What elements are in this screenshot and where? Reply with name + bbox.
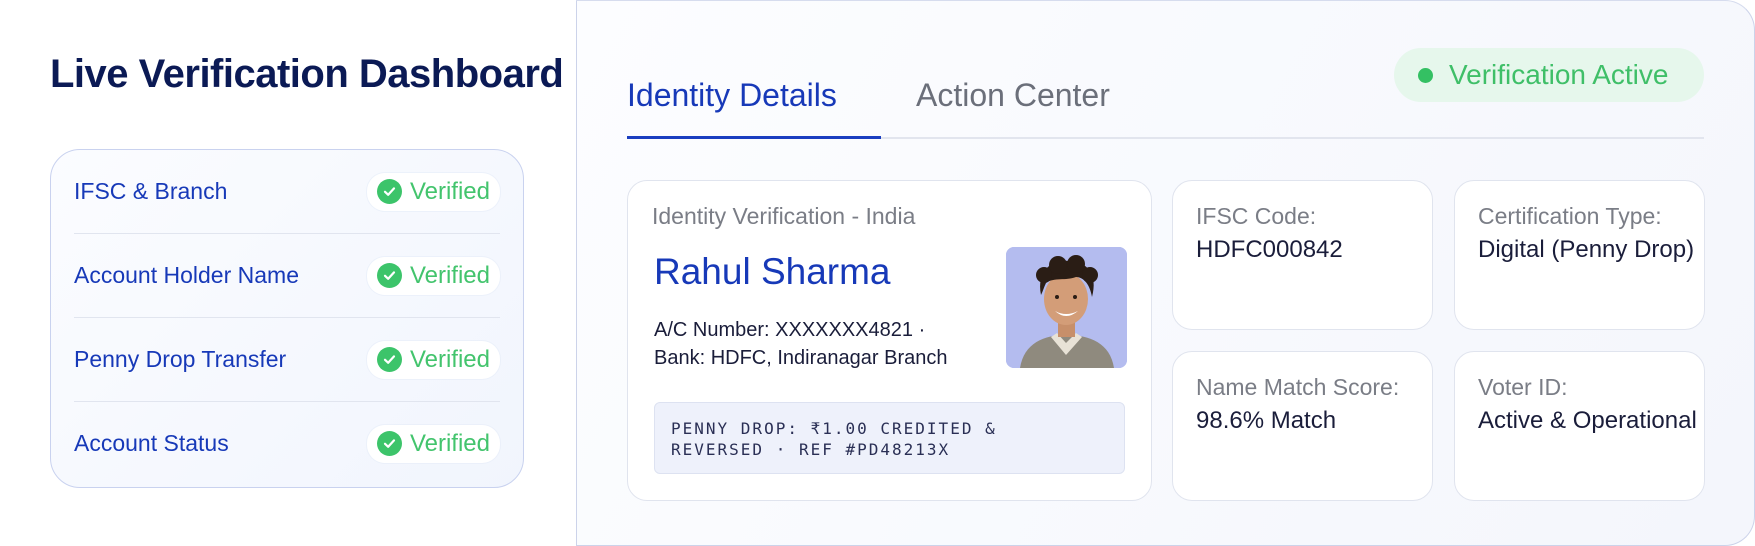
identity-card: Identity Verification - India Rahul Shar… [627, 180, 1152, 501]
tab-identity-details[interactable]: Identity Details [627, 77, 837, 114]
verified-text: Verified [409, 429, 490, 457]
status-badge-text: Verification Active [1449, 59, 1669, 90]
info-value: Active & Operational [1478, 407, 1697, 434]
info-value: Digital (Penny Drop) [1478, 236, 1695, 263]
checklist-label: Account Holder Name [74, 262, 299, 288]
checklist-row-account-status: Account Status Verified [74, 402, 500, 485]
verified-badge: Verified [366, 340, 500, 379]
account-holder-name: Rahul Sharma [654, 251, 891, 292]
identity-card-caption: Identity Verification - India [652, 203, 916, 229]
info-label: IFSC Code: [1196, 203, 1317, 229]
verified-text: Verified [409, 345, 490, 373]
voter-id-card: Voter ID: Active & Operational [1454, 351, 1705, 501]
check-circle-icon [376, 431, 402, 456]
verified-badge: Verified [366, 256, 500, 295]
profile-photo [1006, 247, 1127, 368]
verified-badge: Verified [366, 172, 500, 211]
name-match-score-card: Name Match Score: 98.6% Match [1172, 351, 1433, 501]
info-label: Voter ID: [1478, 374, 1568, 400]
verification-checklist: IFSC & Branch Verified Account Holder Na… [50, 149, 524, 488]
bank-branch: Bank: HDFC, Indiranagar Branch [654, 347, 948, 369]
checklist-label: IFSC & Branch [74, 178, 228, 204]
info-value: 98.6% Match [1196, 407, 1337, 434]
checklist-label: Account Status [74, 430, 229, 456]
status-dot-icon [1418, 67, 1433, 83]
status-badge: Verification Active [1394, 48, 1704, 102]
details-panel: Identity Details Action Center Verificat… [576, 0, 1755, 546]
check-circle-icon [376, 263, 402, 288]
checklist-row-ifsc: IFSC & Branch Verified [74, 150, 500, 234]
tab-action-center[interactable]: Action Center [916, 77, 1110, 114]
info-label: Name Match Score: [1196, 374, 1400, 400]
check-circle-icon [376, 179, 402, 204]
checklist-row-penny-drop: Penny Drop Transfer Verified [74, 318, 500, 402]
verified-text: Verified [409, 177, 490, 205]
verified-text: Verified [409, 261, 490, 289]
verified-badge: Verified [366, 424, 500, 463]
ifsc-code-card: IFSC Code: HDFC000842 [1172, 180, 1433, 330]
checklist-label: Penny Drop Transfer [74, 346, 287, 372]
active-tab-indicator [627, 136, 881, 139]
penny-drop-line: REVERSED · REF #PD48213X [671, 440, 951, 459]
penny-drop-line: PENNY DROP: ₹1.00 CREDITED & [671, 419, 997, 438]
penny-drop-reference: PENNY DROP: ₹1.00 CREDITED & REVERSED · … [654, 402, 1125, 474]
check-circle-icon [376, 347, 402, 372]
checklist-row-account-holder: Account Holder Name Verified [74, 234, 500, 318]
account-number: A/C Number: XXXXXXX4821 · [654, 319, 926, 341]
page-title: Live Verification Dashboard [50, 52, 564, 96]
info-label: Certification Type: [1478, 203, 1662, 229]
info-value: HDFC000842 [1196, 236, 1343, 263]
certification-type-card: Certification Type: Digital (Penny Drop) [1454, 180, 1705, 330]
